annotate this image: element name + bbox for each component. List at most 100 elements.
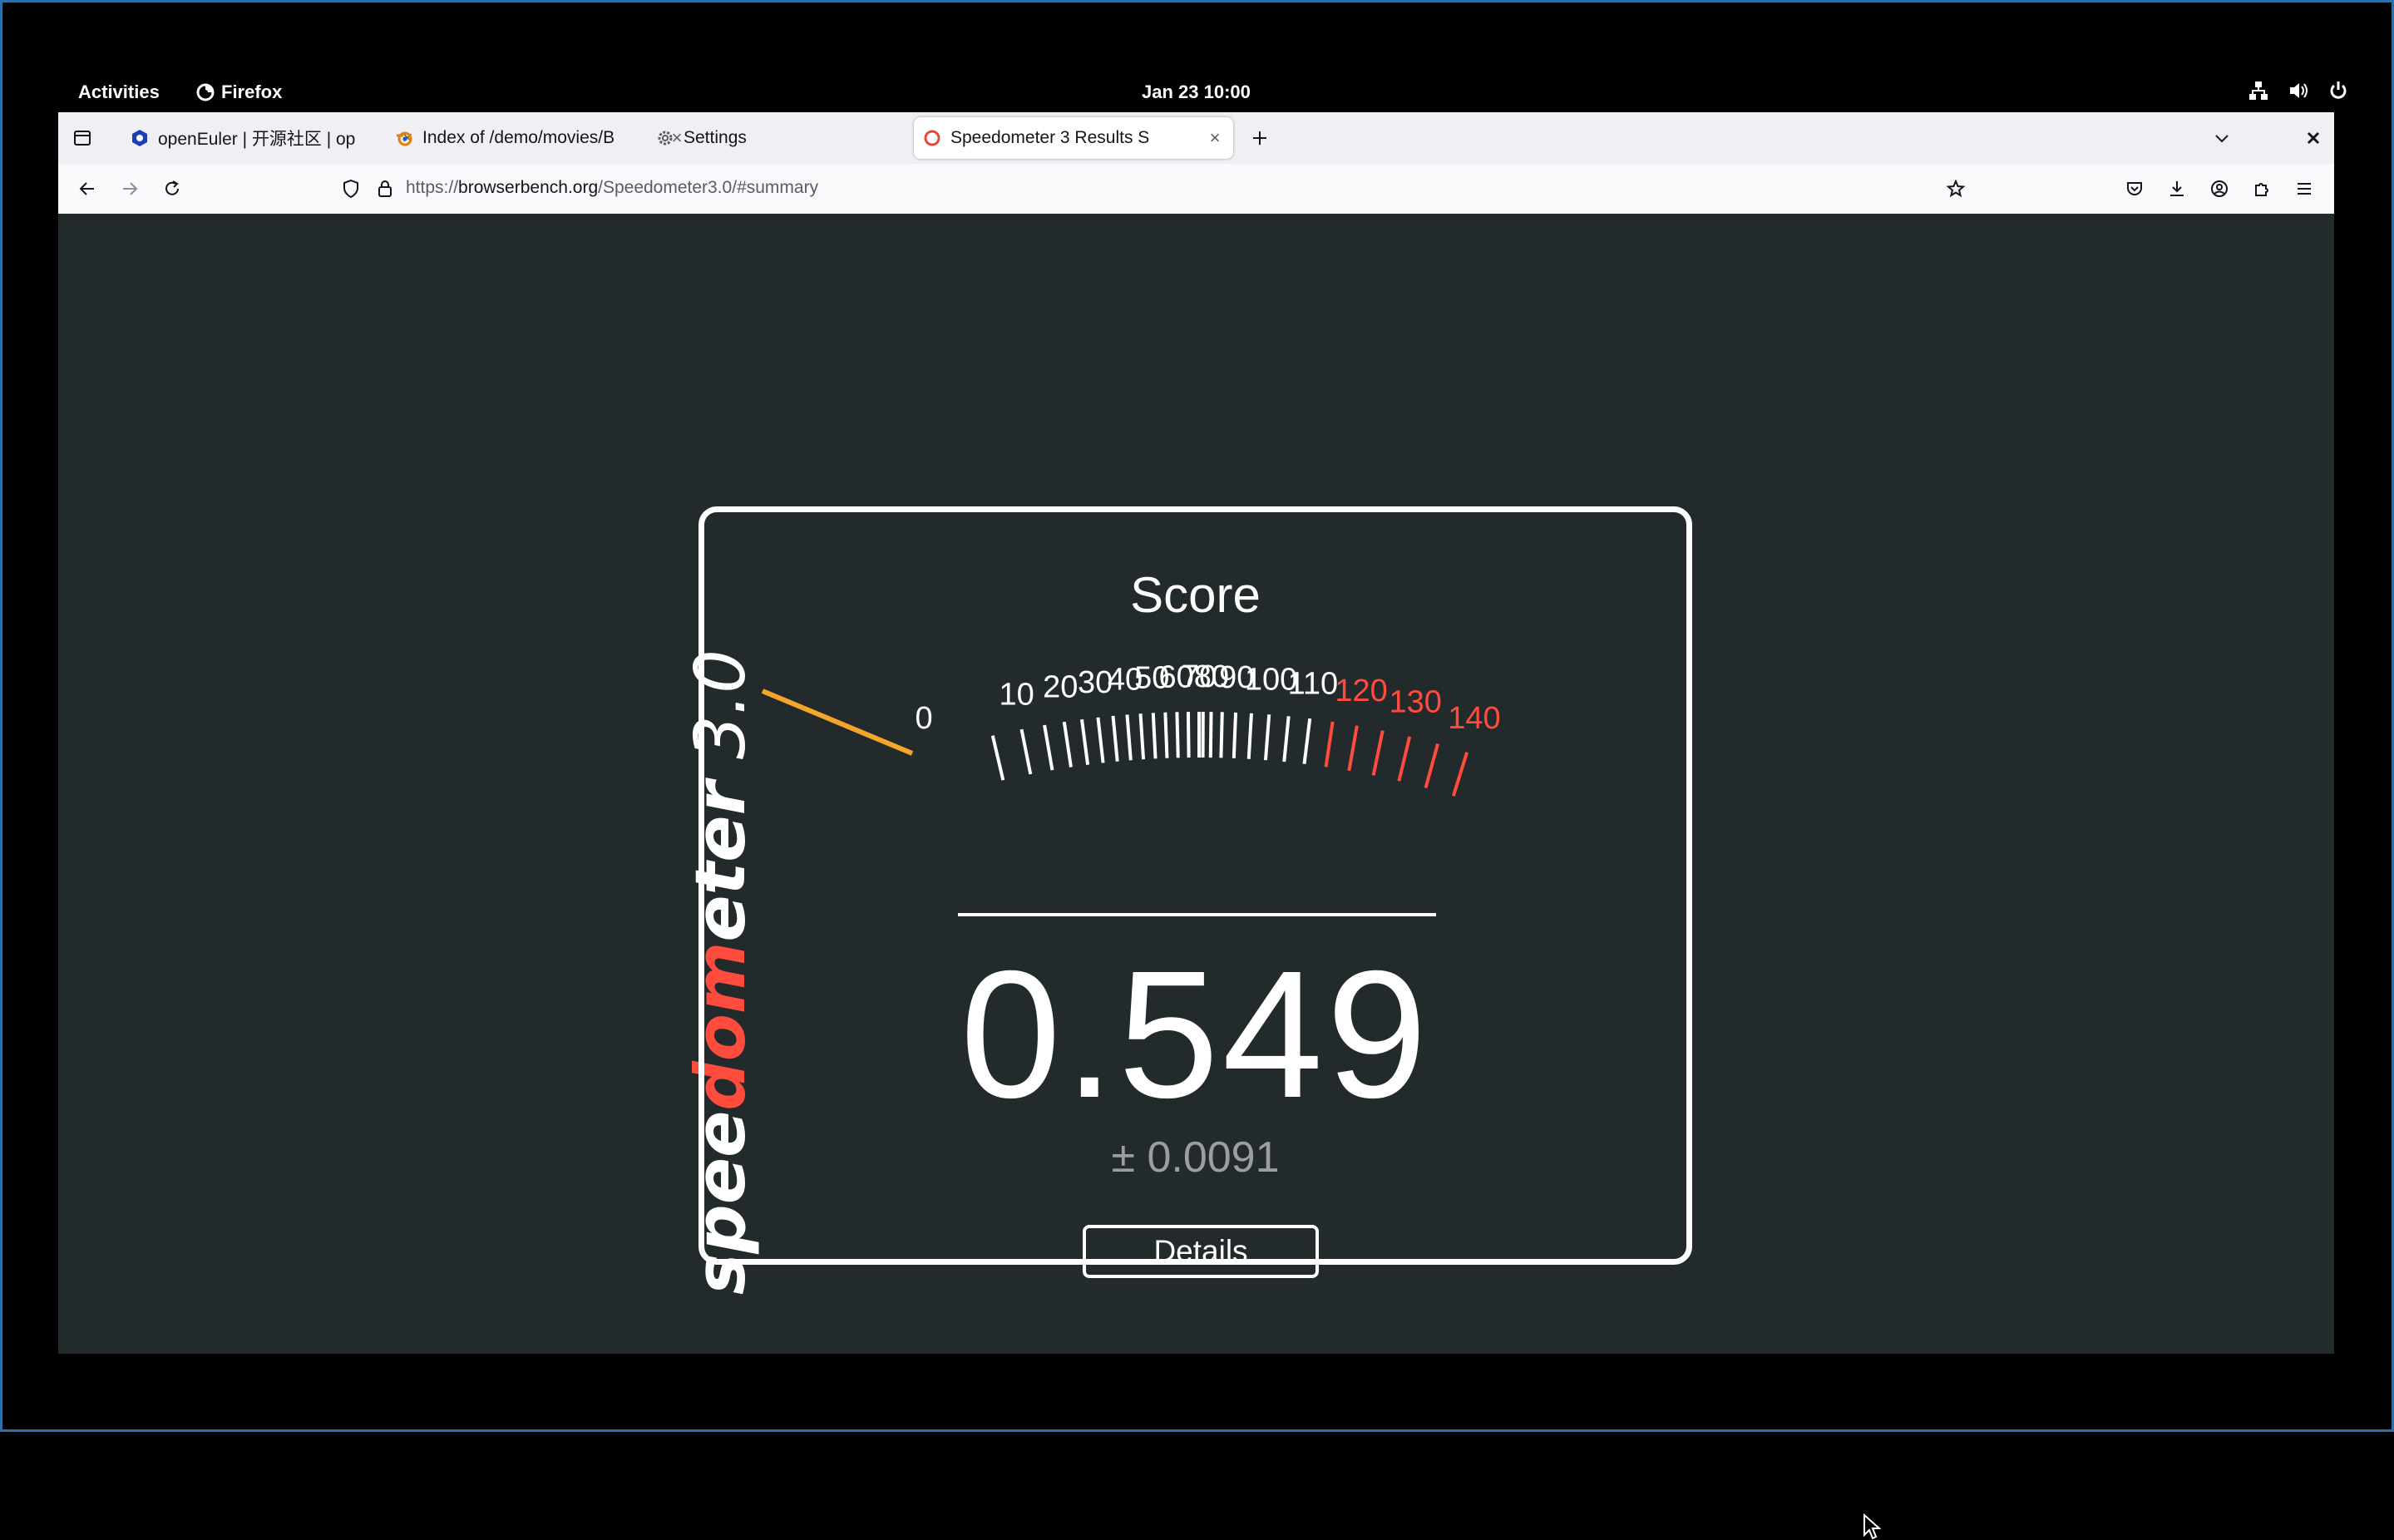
back-button[interactable] xyxy=(73,175,101,203)
score-error-margin: ± 0.0091 xyxy=(704,1133,1686,1182)
url-host: browserbench.org xyxy=(458,178,598,197)
tracking-protection-button[interactable] xyxy=(337,175,365,203)
close-icon xyxy=(2305,130,2322,146)
download-icon xyxy=(2167,179,2187,199)
gauge-needle xyxy=(763,691,912,753)
forward-button[interactable] xyxy=(116,175,144,203)
gauge-tick xyxy=(1221,712,1222,758)
tab-index-movies[interactable]: Index of /demo/movies/B × xyxy=(387,117,694,159)
downloads-button[interactable] xyxy=(2163,175,2191,203)
url-scheme: https:// xyxy=(406,178,458,197)
arrow-left-icon xyxy=(77,179,97,199)
bookmark-button[interactable] xyxy=(1942,175,1970,203)
firefox-window: openEuler | 开源社区 | op × Index of /demo/m… xyxy=(58,112,2334,1354)
gauge-tick xyxy=(1082,719,1088,765)
gauge-label: 0 xyxy=(915,701,932,736)
account-icon xyxy=(2209,179,2229,199)
new-tab-button[interactable] xyxy=(1246,124,1274,152)
power-icon xyxy=(2327,80,2349,101)
gauge-tick xyxy=(1249,713,1251,759)
gauge-label: 140 xyxy=(1448,701,1500,736)
gauge-tick xyxy=(1153,713,1156,758)
tab-strip: openEuler | 开源社区 | op × Index of /demo/m… xyxy=(58,112,2334,164)
gauge-tick xyxy=(1426,743,1438,787)
details-button[interactable]: Details xyxy=(1083,1225,1319,1278)
gauge-tick xyxy=(1127,714,1130,760)
app-menu[interactable]: Firefox xyxy=(196,81,282,103)
system-tray[interactable] xyxy=(2248,80,2349,101)
star-icon xyxy=(1946,179,1966,199)
gauge-tick xyxy=(1064,722,1071,767)
blender-favicon xyxy=(394,128,414,148)
firefox-icon xyxy=(196,83,215,101)
puzzle-icon xyxy=(2252,179,2272,199)
gauge-tick xyxy=(1098,718,1103,763)
hamburger-menu-icon xyxy=(2294,179,2314,199)
tab-title: Settings xyxy=(684,128,940,148)
app-menu-button[interactable] xyxy=(2290,175,2318,203)
window-close-button[interactable] xyxy=(2299,124,2327,152)
reload-icon xyxy=(162,179,182,199)
gauge-tick xyxy=(1349,726,1357,771)
lock-icon xyxy=(375,179,395,199)
gauge-tick xyxy=(1188,712,1189,758)
gauge-label: 10 xyxy=(1000,678,1034,713)
gauge-divider xyxy=(958,913,1436,916)
tab-speedometer[interactable]: Speedometer 3 Results S × xyxy=(914,117,1233,159)
gauge-tick xyxy=(1266,714,1269,760)
list-all-tabs-button[interactable] xyxy=(2208,124,2236,152)
gauge-label: 130 xyxy=(1389,685,1441,720)
account-button[interactable] xyxy=(2205,175,2234,203)
gauge-tick xyxy=(1113,716,1118,762)
firefox-view-icon xyxy=(72,128,92,148)
score-value: 0.549 xyxy=(704,945,1686,1126)
gear-icon xyxy=(655,128,675,148)
tab-title: openEuler | 开源社区 | op xyxy=(158,126,397,151)
site-security-button[interactable] xyxy=(371,175,399,203)
score-title: Score xyxy=(704,566,1686,624)
gauge-tick xyxy=(1284,716,1288,762)
openeuler-favicon xyxy=(130,128,150,148)
gauge-tick xyxy=(1326,722,1333,767)
clock[interactable]: Jan 23 10:00 xyxy=(1142,81,1251,103)
extensions-button[interactable] xyxy=(2248,175,2276,203)
system-top-bar: Activities Firefox Jan 23 10:00 xyxy=(0,72,2394,113)
app-name: Firefox xyxy=(221,81,282,103)
shield-icon xyxy=(341,179,361,199)
plus-icon xyxy=(1251,129,1269,147)
url-bar[interactable]: https://browserbench.org/Speedometer3.0/… xyxy=(406,178,818,198)
network-icon xyxy=(2248,80,2269,101)
tab-title: Index of /demo/movies/B xyxy=(422,128,667,148)
page-content: speedometer 3.0 Score 010203040506070809… xyxy=(58,214,2334,1354)
gauge-tick xyxy=(1044,725,1052,770)
gauge-label: 110 xyxy=(1288,666,1339,701)
pocket-icon xyxy=(2125,179,2145,199)
gauge-tick xyxy=(1141,713,1144,759)
arrow-right-icon xyxy=(120,179,140,199)
activities-button[interactable]: Activities xyxy=(78,81,160,103)
gauge-tick xyxy=(1305,718,1311,764)
score-card: Score 0102030405060708090100110120130140… xyxy=(698,506,1692,1265)
tab-close-icon[interactable]: × xyxy=(1205,127,1225,149)
firefox-view-button[interactable] xyxy=(68,124,96,152)
reload-button[interactable] xyxy=(158,175,186,203)
navigation-toolbar: https://browserbench.org/Speedometer3.0/… xyxy=(58,164,2334,215)
gauge-tick xyxy=(1454,753,1467,797)
gauge-tick xyxy=(1399,737,1409,781)
gauge-label: 20 xyxy=(1043,669,1078,704)
gauge-tick xyxy=(1165,713,1167,758)
gauge-tick xyxy=(1211,712,1212,758)
gauge-tick xyxy=(1022,729,1031,774)
mouse-pointer-icon xyxy=(1863,1513,1881,1540)
gauge-label: 120 xyxy=(1335,674,1387,708)
tab-title: Speedometer 3 Results S xyxy=(950,128,1205,148)
speed-gauge: 0102030405060708090100110120130140 xyxy=(754,662,1644,878)
speedometer-favicon xyxy=(922,128,942,148)
tab-openeuler[interactable]: openEuler | 开源社区 | op × xyxy=(123,117,424,159)
url-path: /Speedometer3.0/#summary xyxy=(598,178,818,197)
gauge-tick xyxy=(1234,713,1236,758)
volume-icon xyxy=(2288,80,2309,101)
gauge-tick xyxy=(1374,731,1383,776)
gauge-tick xyxy=(993,736,1004,781)
pocket-button[interactable] xyxy=(2120,175,2149,203)
